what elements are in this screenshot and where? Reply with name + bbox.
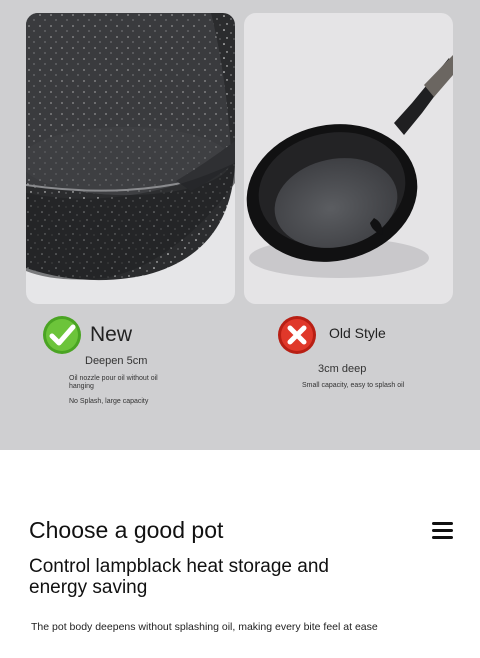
menu-icon[interactable] [432,522,453,540]
new-pot-image [26,13,235,304]
old-title: Old Style [329,325,386,341]
body-text: The pot body deepens without splashing o… [31,621,378,633]
page-title: Choose a good pot [29,517,224,543]
new-feature: Deepen 5cm [85,355,148,367]
new-note-1: Oil nozzle pour oil without oil hanging [69,375,158,390]
frying-pan-illustration [246,55,453,278]
old-pan-image [244,13,453,304]
comparison-panel: New Deepen 5cm Oil nozzle pour oil witho… [0,0,480,450]
subheading: Control lampblack heat storage and energ… [29,556,329,598]
old-note-1: Small capacity, easy to splash oil [302,382,405,389]
close-icon [278,316,316,354]
speckled-pot-illustration [26,13,235,281]
old-feature: 3cm deep [318,363,367,375]
check-icon [43,316,81,354]
new-note-2: No Splash, large capacity [69,398,149,405]
new-title: New [90,323,133,346]
